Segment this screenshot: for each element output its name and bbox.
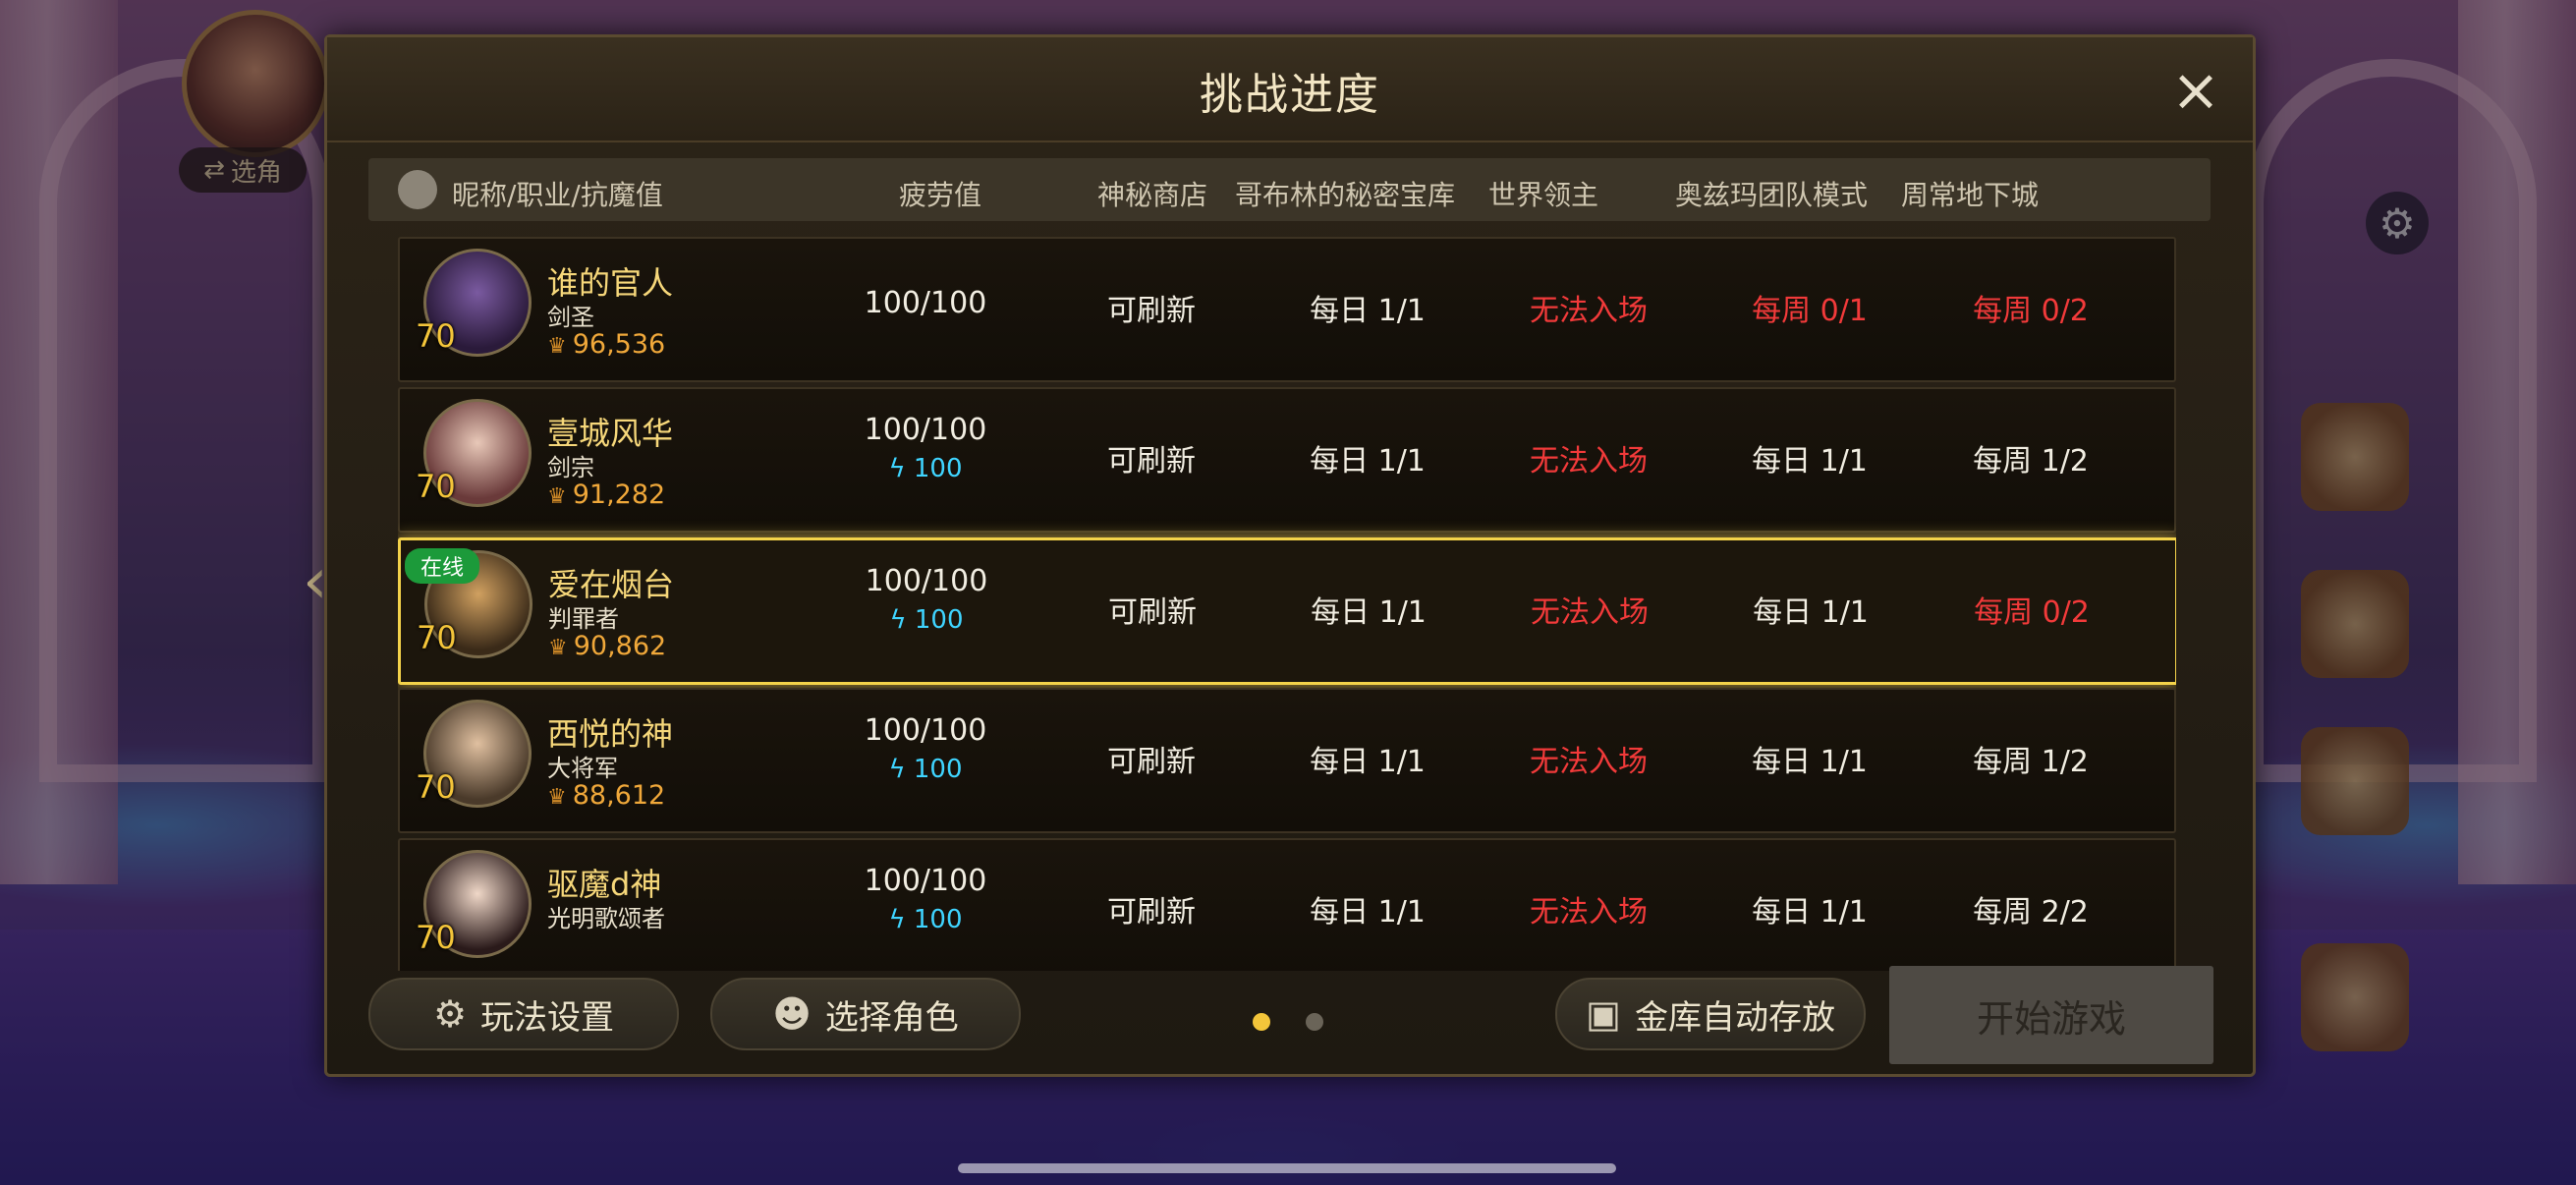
gear-icon: ⚙	[432, 992, 468, 1036]
crown-icon: ♛	[548, 636, 568, 660]
modal-footer: ⚙ 玩法设置 ☻ 选择角色 ▣ 金库自动存放 开始游戏	[327, 956, 2253, 1074]
col-weekly: 周常地下城	[1901, 179, 2040, 211]
ozma-status: 每日 1/1	[1752, 444, 1868, 479]
world-status: 无法入场	[1530, 895, 1648, 930]
ozma-status: 每日 1/1	[1752, 745, 1868, 779]
modal-title: 挑战进度	[1200, 70, 1380, 120]
vault-icon: ▣	[1586, 992, 1621, 1036]
online-badge: 在线	[405, 548, 480, 584]
home-indicator[interactable]	[958, 1163, 1616, 1173]
table-row[interactable]: 70 西悦的神 大将军 ♛ 88,612 100/100 ϟ 100 可刷新 每日…	[398, 688, 2176, 833]
shop-status: 可刷新	[1107, 745, 1196, 779]
character-job: 判罪者	[548, 605, 619, 633]
col-name: 昵称/职业/抗魔值	[452, 179, 663, 211]
character-job: 剑圣	[547, 304, 594, 331]
weekly-status: 每周 2/2	[1973, 895, 2089, 930]
crown-icon: ♛	[547, 785, 567, 810]
table-row[interactable]: 70 谁的官人 剑圣 ♛ 96,536 100/100 可刷新 每日 1/1 无法…	[398, 237, 2176, 382]
character-job: 剑宗	[547, 454, 594, 481]
ozma-status: 每日 1/1	[1752, 895, 1868, 930]
character-power: ♛ 96,536	[547, 329, 666, 360]
lightning-icon: ϟ	[889, 605, 915, 635]
lightning-icon: ϟ	[888, 454, 914, 483]
goblin-status: 每日 1/1	[1310, 745, 1426, 779]
select-role-button[interactable]: ☻ 选择角色	[710, 978, 1021, 1050]
col-world: 世界领主	[1488, 179, 1599, 211]
goblin-status: 每日 1/1	[1310, 294, 1426, 328]
crown-icon: ♛	[547, 334, 567, 359]
start-game-button[interactable]: 开始游戏	[1889, 966, 2213, 1064]
goblin-status: 每日 1/1	[1310, 444, 1426, 479]
level-label: 70	[416, 768, 456, 806]
crown-icon: ♛	[547, 484, 567, 509]
level-label: 70	[416, 317, 456, 355]
modal-header: 挑战进度 ×	[327, 37, 2253, 142]
shop-status: 可刷新	[1107, 895, 1196, 930]
fatigue-value: 100/100	[864, 864, 987, 898]
shop-status: 可刷新	[1108, 595, 1197, 630]
world-status: 无法入场	[1531, 595, 1649, 630]
ozma-status: 每周 0/1	[1752, 294, 1868, 328]
column-header: 昵称/职业/抗魔值 疲劳值 神秘商店 哥布林的秘密宝库 世界领主 奥兹玛团队模式…	[368, 158, 2211, 221]
lightning-icon: ϟ	[888, 755, 914, 784]
goblin-status: 每日 1/1	[1310, 895, 1426, 930]
level-label: 70	[416, 919, 456, 956]
weekly-status: 每周 0/2	[1973, 294, 2089, 328]
character-power: ♛ 90,862	[548, 631, 667, 661]
world-status: 无法入场	[1530, 444, 1648, 479]
level-label: 70	[416, 468, 456, 505]
col-ozma: 奥兹玛团队模式	[1675, 179, 1869, 211]
challenge-progress-modal: 挑战进度 × 昵称/职业/抗魔值 疲劳值 神秘商店 哥布林的秘密宝库 世界领主 …	[324, 34, 2256, 1077]
character-power: ♛ 91,282	[547, 480, 666, 510]
page-dot-active[interactable]	[1253, 1013, 1270, 1031]
shop-status: 可刷新	[1107, 294, 1196, 328]
fatigue-value: 100/100	[864, 713, 987, 748]
level-label: 70	[417, 619, 457, 656]
table-row-selected[interactable]: 在线 70 爱在烟台 判罪者 ♛ 90,862 100/100 ϟ 100 可刷新…	[398, 537, 2176, 685]
goblin-status: 每日 1/1	[1311, 595, 1427, 630]
page-dot[interactable]	[1306, 1013, 1323, 1031]
world-status: 无法入场	[1530, 745, 1648, 779]
vault-auto-store-button[interactable]: ▣ 金库自动存放	[1555, 978, 1866, 1050]
table-row[interactable]: 70 驱魔d神 光明歌颂者 100/100 ϟ 100 可刷新 每日 1/1 无…	[398, 838, 2176, 971]
fatigue-value: 100/100	[864, 286, 987, 320]
role-icon: ☻	[772, 992, 812, 1036]
fatigue-value: 100/100	[865, 564, 988, 598]
close-icon[interactable]: ×	[2168, 61, 2223, 120]
shop-status: 可刷新	[1107, 444, 1196, 479]
ozma-status: 每日 1/1	[1753, 595, 1869, 630]
character-power: ♛ 88,612	[547, 780, 666, 811]
weekly-status: 每周 0/2	[1974, 595, 2090, 630]
col-goblin: 哥布林的秘密宝库	[1235, 179, 1456, 211]
col-fatigue: 疲劳值	[899, 179, 982, 211]
table-row[interactable]: 70 壹城风华 剑宗 ♛ 91,282 100/100 ϟ 100 可刷新 每日 …	[398, 387, 2176, 533]
world-status: 无法入场	[1530, 294, 1648, 328]
energy-value: ϟ 100	[888, 755, 963, 784]
fatigue-value: 100/100	[864, 413, 987, 447]
lightning-icon: ϟ	[888, 905, 914, 934]
gameplay-settings-button[interactable]: ⚙ 玩法设置	[368, 978, 679, 1050]
character-job: 光明歌颂者	[547, 905, 665, 932]
energy-value: ϟ 100	[888, 905, 963, 934]
character-list[interactable]: 70 谁的官人 剑圣 ♛ 96,536 100/100 可刷新 每日 1/1 无法…	[398, 237, 2176, 971]
energy-value: ϟ 100	[888, 454, 963, 483]
col-shop: 神秘商店	[1097, 179, 1208, 211]
weekly-status: 每周 1/2	[1973, 444, 2089, 479]
energy-value: ϟ 100	[889, 605, 964, 635]
character-job: 大将军	[547, 755, 618, 782]
weekly-status: 每周 1/2	[1973, 745, 2089, 779]
emblem-icon	[398, 170, 437, 209]
